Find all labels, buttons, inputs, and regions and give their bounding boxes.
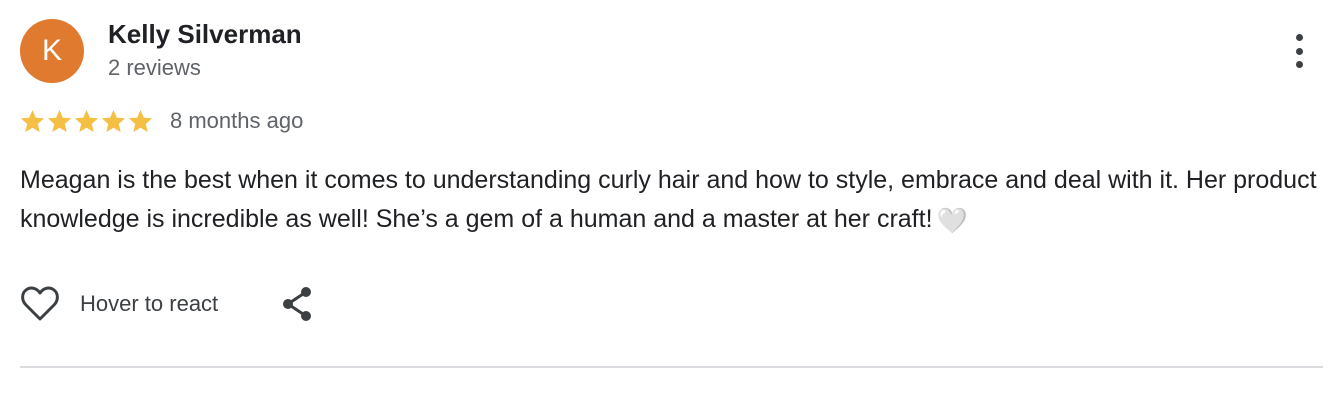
divider (20, 366, 1323, 368)
more-vertical-icon (1295, 34, 1303, 41)
review-date: 8 months ago (170, 108, 304, 133)
star-icon (47, 109, 72, 132)
star-rating (19, 108, 154, 135)
star-icon (20, 109, 45, 132)
author-name[interactable]: Kelly Silverman (108, 19, 302, 50)
more-vertical-icon-dot (1295, 61, 1303, 68)
react-label: Hover to react (80, 291, 219, 316)
review-actions: Hover to react (20, 284, 314, 324)
avatar-initial: K (41, 34, 62, 67)
share-button[interactable] (280, 284, 314, 324)
avatar[interactable]: K (20, 19, 84, 83)
star-icon (128, 109, 153, 132)
react-button[interactable]: Hover to react (20, 286, 218, 322)
more-vertical-icon-dot (1295, 47, 1303, 55)
more-options-button[interactable] (1284, 30, 1314, 72)
star-icon (74, 109, 99, 132)
review-body: Meagan is the best when it comes to unde… (20, 166, 1317, 233)
heart-outline-icon (21, 286, 59, 321)
share-icon (283, 287, 312, 321)
white-heart-emoji: 🤍 (936, 207, 968, 235)
author-review-count[interactable]: 2 reviews (108, 55, 201, 81)
rating-row: 8 months ago (19, 106, 303, 136)
review-text: Meagan is the best when it comes to unde… (20, 161, 1320, 241)
star-icon (101, 109, 126, 132)
review-card: K Kelly Silverman 2 reviews 8 months ago… (0, 0, 1343, 403)
